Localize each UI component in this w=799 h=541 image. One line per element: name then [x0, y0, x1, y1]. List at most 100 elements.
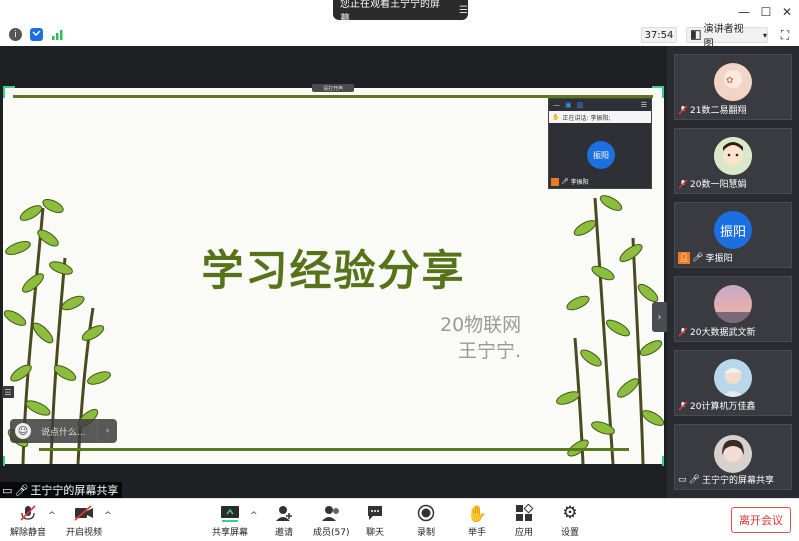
minimize-button[interactable]: —: [736, 4, 752, 20]
menu-icon[interactable]: ☰: [641, 101, 647, 109]
speaking-text: 正在讲话: 李振阳;: [562, 114, 611, 122]
apps-icon: [513, 503, 535, 523]
participant-name-row: 20数一阳慧娟: [678, 177, 746, 190]
banner-menu-icon[interactable]: ☰: [459, 5, 468, 16]
maximize-button[interactable]: ☐: [758, 4, 774, 20]
mic-muted-icon: [678, 105, 688, 115]
signal-icon[interactable]: [51, 28, 64, 41]
sharer-name: 王宁宁的屏幕共享: [30, 484, 119, 497]
hand-icon: ✋: [552, 113, 560, 121]
participant-name-row: 20大数据武文新: [678, 325, 755, 338]
view-mode-dropdown[interactable]: 演讲者视图 ▾: [686, 24, 768, 50]
collapse-gallery-button[interactable]: ›: [652, 302, 667, 332]
mic-muted-icon: [678, 327, 688, 337]
share-screen-button[interactable]: 共享屏幕: [212, 503, 248, 539]
unmute-button[interactable]: 解除静音: [10, 503, 46, 539]
participant-tile[interactable]: 振阳 👤︎ 🎤︎ 李振阳: [674, 202, 792, 268]
title-bar: 您正在观看王宁宁的屏幕 ☰ — ☐ ✕: [0, 0, 799, 25]
raise-hand-label: 举手: [467, 528, 486, 538]
avatar: [714, 435, 752, 473]
window-icon[interactable]: ▣: [565, 101, 572, 109]
avatar: [714, 137, 752, 175]
hand-icon: ✋: [467, 503, 487, 523]
meeting-timer: 37:54: [641, 27, 677, 43]
participant-name: 王宁宁的屏幕共享: [701, 476, 774, 486]
screen-share-icon: ▭: [2, 483, 13, 497]
mic-muted-icon: [678, 401, 688, 411]
popup-toolbar: — ▣ ▥ ☰: [549, 99, 651, 111]
participant-name-row: 20计算机万佳鑫: [678, 399, 755, 412]
invite-label: 邀请: [274, 528, 293, 538]
speaker-name-tag: 🎤︎ 李振阳: [551, 177, 589, 186]
chat-label: 聊天: [365, 528, 384, 538]
screen-share-stage: 学习经验分享 20物联网 王宁宁. 请打开声 — ▣ ▥ ☰ ✋ 正在讲话: 李…: [0, 46, 667, 498]
share-banner[interactable]: 您正在观看王宁宁的屏幕 ☰: [333, 0, 468, 25]
participant-name: 20计算机万佳鑫: [690, 402, 756, 412]
chevron-up-icon[interactable]: ^: [104, 511, 112, 521]
members-button[interactable]: 成员(57): [313, 503, 349, 539]
participant-name: 20大数据武文新: [690, 328, 756, 338]
members-label: 成员(57): [313, 528, 350, 538]
participant-tile[interactable]: 20大数据武文新: [674, 276, 792, 342]
microphone-icon: 🎤︎: [561, 178, 569, 185]
participant-name-row: 👤︎ 🎤︎ 李振阳: [678, 251, 732, 264]
participant-name-row: 21数二易翻翔: [678, 103, 746, 116]
apps-button[interactable]: 应用: [513, 503, 535, 539]
layout-icon: [691, 30, 701, 40]
add-user-icon: [273, 503, 295, 523]
speaker-avatar: 振阳: [587, 141, 615, 169]
share-screen-icon: [219, 503, 241, 523]
participant-name: 21数二易翻翔: [690, 106, 747, 116]
share-screen-label: 共享屏幕: [212, 528, 249, 538]
share-tag: 请打开声: [312, 84, 354, 92]
slide-title: 学习经验分享: [201, 246, 466, 295]
chevron-left-icon[interactable]: ‹: [97, 419, 117, 443]
share-border-corner: [3, 456, 5, 466]
chevron-up-icon[interactable]: ^: [48, 511, 56, 521]
mic-muted-icon: [678, 179, 688, 189]
share-border-corner: [3, 86, 5, 98]
mic-muted-icon: [17, 503, 39, 523]
participant-name: 20数一阳慧娟: [690, 180, 747, 190]
fullscreen-icon[interactable]: ⛶: [777, 27, 793, 43]
chat-placeholder[interactable]: 说点什么...: [41, 425, 97, 438]
user-icon: [551, 177, 559, 186]
gear-icon: ⚙: [562, 503, 578, 523]
minimize-icon[interactable]: —: [553, 101, 560, 109]
avatar: 振阳: [714, 211, 752, 249]
microphone-icon: 🎤︎: [688, 474, 700, 485]
avatar: [714, 285, 752, 323]
unmute-label: 解除静音: [10, 528, 47, 538]
settings-button[interactable]: ⚙ 设置: [559, 503, 581, 539]
share-banner-text: 您正在观看王宁宁的屏幕: [340, 0, 440, 25]
slide-subtitle-author: 王宁宁.: [458, 340, 522, 362]
speaker-popup[interactable]: — ▣ ▥ ☰ ✋ 正在讲话: 李振阳; 振阳 🎤︎ 李振阳: [548, 98, 652, 189]
participant-tile[interactable]: 20数一阳慧娟: [674, 128, 792, 194]
chevron-up-icon[interactable]: ^: [250, 511, 258, 521]
speaker-name: 李振阳: [570, 179, 589, 186]
record-button[interactable]: 录制: [415, 503, 437, 539]
raise-hand-button[interactable]: ✋ 举手: [466, 503, 488, 539]
participant-tile[interactable]: ⌄ ▭ 🎤︎ 王宁宁的屏幕共享: [674, 424, 792, 490]
avatar: ✿: [714, 63, 752, 101]
leave-meeting-button[interactable]: 离开会议: [731, 507, 791, 533]
side-menu-icon[interactable]: ☰: [2, 386, 14, 398]
close-button[interactable]: ✕: [779, 4, 795, 20]
shield-icon[interactable]: [30, 28, 43, 41]
gallery-icon[interactable]: ▥: [577, 101, 584, 109]
invite-button[interactable]: 邀请: [273, 503, 295, 539]
chat-icon: [364, 503, 386, 523]
speaking-indicator: ✋ 正在讲话: 李振阳;: [549, 111, 651, 123]
emoji-icon[interactable]: ☺: [15, 423, 31, 439]
slide-subtitle-class: 20物联网: [440, 314, 522, 336]
start-video-button[interactable]: 开启视频: [66, 503, 102, 539]
participant-tile[interactable]: 20计算机万佳鑫: [674, 350, 792, 416]
chat-button[interactable]: 聊天: [364, 503, 386, 539]
share-border-corner: [662, 456, 664, 466]
bottom-toolbar: 解除静音 ^ 开启视频 ^ 共享屏幕 ^ 邀请 成员(57) 聊天 录制 ✋ 举…: [0, 498, 799, 541]
participant-tile[interactable]: ✿ 21数二易翻翔: [674, 54, 792, 120]
chat-input-pill[interactable]: ☺ 说点什么... ‹: [10, 419, 117, 443]
user-icon: 👤︎: [678, 251, 690, 264]
info-icon[interactable]: i: [9, 28, 22, 41]
microphone-icon: 🎤︎: [14, 483, 29, 497]
